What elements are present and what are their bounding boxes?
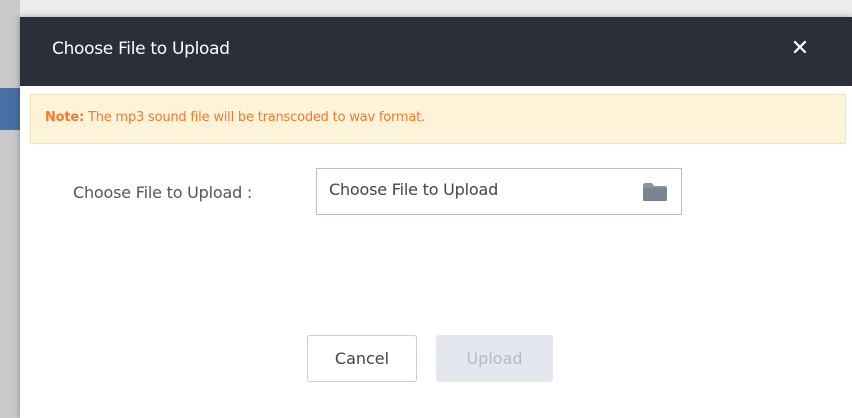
upload-button[interactable]: Upload: [436, 335, 553, 382]
cancel-button[interactable]: Cancel: [307, 335, 417, 382]
background-sidebar: [0, 0, 20, 418]
close-icon: ✕: [790, 36, 810, 61]
note-banner: Note: The mp3 sound file will be transco…: [30, 94, 846, 144]
file-input-placeholder: Choose File to Upload: [329, 180, 499, 199]
folder-icon[interactable]: [643, 183, 667, 201]
file-upload-input[interactable]: Choose File to Upload: [316, 168, 682, 215]
close-button[interactable]: ✕: [788, 35, 812, 63]
file-field-label: Choose File to Upload :: [73, 183, 253, 202]
note-label: Note:: [45, 110, 85, 125]
upload-dialog: Choose File to Upload ✕ Note: The mp3 so…: [20, 17, 852, 418]
note-message: The mp3 sound file will be transcoded to…: [84, 110, 425, 125]
note-text: Note: The mp3 sound file will be transco…: [45, 110, 425, 125]
dialog-title: Choose File to Upload: [52, 39, 230, 59]
dialog-header: Choose File to Upload ✕: [20, 17, 852, 86]
background-highlight: [0, 88, 20, 130]
